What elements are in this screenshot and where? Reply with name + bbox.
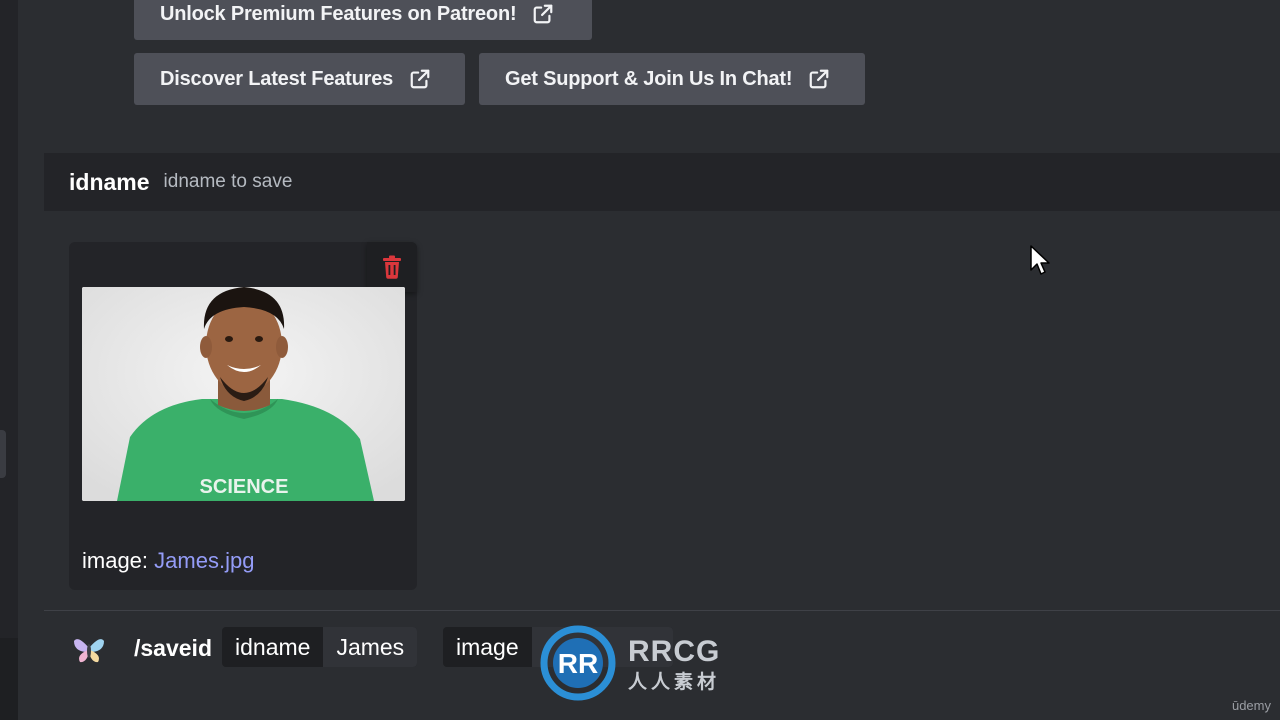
- patreon-link-label: Unlock Premium Features on Patreon!: [160, 2, 517, 25]
- option-header: idname idname to save: [44, 153, 1280, 211]
- command-name: /saveid: [134, 635, 212, 661]
- shirt-text: SCIENCE: [200, 476, 289, 498]
- watermark-brand: RRCG: [628, 635, 721, 668]
- support-chat-label: Get Support & Join Us In Chat!: [505, 67, 793, 90]
- person-photo: SCIENCE: [82, 287, 405, 501]
- trash-icon: [383, 255, 401, 279]
- attachment-file-link[interactable]: James.jpg: [154, 548, 254, 573]
- udemy-logo: ūdemy: [1231, 698, 1271, 713]
- command-option-idname[interactable]: idname James: [222, 627, 418, 667]
- option-description: idname to save: [163, 171, 293, 192]
- bot-avatar-icon: [74, 639, 104, 663]
- mouse-cursor-icon: [1030, 245, 1050, 275]
- external-link-icon: [534, 4, 553, 24]
- left-sidebar-bottom: [0, 638, 18, 720]
- attachment-caption-prefix: image:: [82, 548, 149, 573]
- left-sidebar-edge: [0, 0, 18, 720]
- external-link-icon: [809, 69, 829, 89]
- watermark: RR RRCG 人人素材: [540, 625, 740, 703]
- support-chat-link-button[interactable]: Get Support & Join Us In Chat!: [479, 53, 865, 105]
- sidebar-scroll-indicator: [0, 430, 6, 478]
- option-key: idname: [235, 633, 311, 660]
- delete-attachment-button[interactable]: [367, 242, 417, 292]
- patreon-link-button[interactable]: Unlock Premium Features on Patreon!: [134, 0, 592, 40]
- option-key: image: [456, 633, 519, 660]
- option-name: idname: [69, 168, 150, 195]
- svg-text:RR: RR: [558, 648, 598, 679]
- option-value[interactable]: James: [323, 627, 418, 667]
- attachment-card: SCIENCE image: James.jpg: [69, 242, 417, 590]
- attachment-caption: image: James.jpg: [82, 548, 254, 574]
- external-link-icon: [410, 69, 430, 89]
- watermark-logo-icon: RR: [540, 625, 616, 701]
- attachment-image-preview: SCIENCE: [82, 287, 405, 501]
- discover-features-link-button[interactable]: Discover Latest Features: [134, 53, 465, 105]
- discover-features-label: Discover Latest Features: [160, 67, 394, 90]
- watermark-subtext: 人人素材: [628, 672, 721, 693]
